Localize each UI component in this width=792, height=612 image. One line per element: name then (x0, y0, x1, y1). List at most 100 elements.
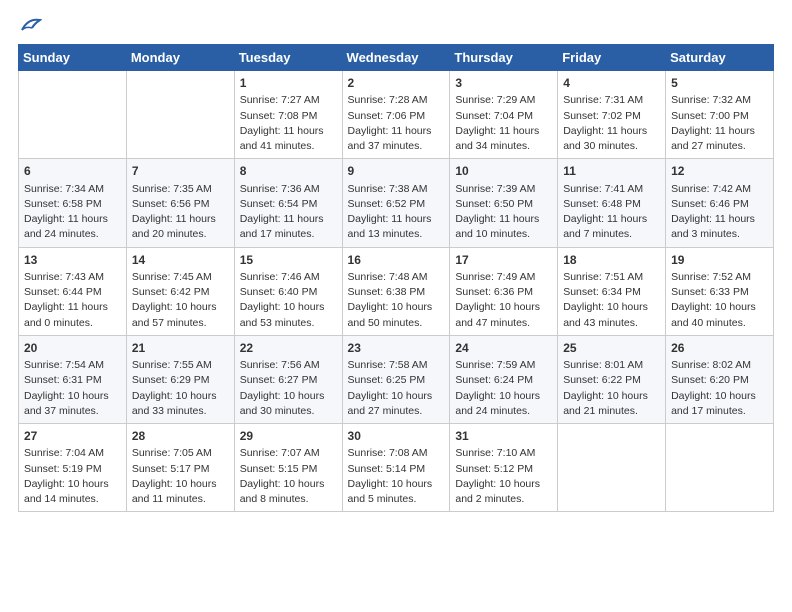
day-number: 15 (240, 252, 337, 269)
daylight-text: Daylight: 11 hours and 7 minutes. (563, 213, 647, 240)
sunrise-text: Sunrise: 8:01 AM (563, 359, 643, 371)
day-number: 31 (455, 428, 552, 445)
sunrise-text: Sunrise: 7:28 AM (348, 94, 428, 106)
sunset-text: Sunset: 6:50 PM (455, 198, 533, 210)
day-number: 6 (24, 163, 121, 180)
sunrise-text: Sunrise: 7:49 AM (455, 271, 535, 283)
daylight-text: Daylight: 10 hours and 8 minutes. (240, 478, 325, 505)
sunset-text: Sunset: 6:24 PM (455, 374, 533, 386)
sunset-text: Sunset: 6:20 PM (671, 374, 749, 386)
daylight-text: Daylight: 10 hours and 14 minutes. (24, 478, 109, 505)
calendar-cell: 24Sunrise: 7:59 AMSunset: 6:24 PMDayligh… (450, 335, 558, 423)
sunset-text: Sunset: 7:06 PM (348, 110, 426, 122)
sunset-text: Sunset: 7:00 PM (671, 110, 749, 122)
sunset-text: Sunset: 6:33 PM (671, 286, 749, 298)
day-number: 24 (455, 340, 552, 357)
sunrise-text: Sunrise: 7:56 AM (240, 359, 320, 371)
daylight-text: Daylight: 10 hours and 21 minutes. (563, 390, 648, 417)
day-number: 29 (240, 428, 337, 445)
calendar-cell (19, 71, 127, 159)
day-number: 25 (563, 340, 660, 357)
calendar-cell: 20Sunrise: 7:54 AMSunset: 6:31 PMDayligh… (19, 335, 127, 423)
calendar-cell: 21Sunrise: 7:55 AMSunset: 6:29 PMDayligh… (126, 335, 234, 423)
day-number: 21 (132, 340, 229, 357)
sunrise-text: Sunrise: 7:07 AM (240, 447, 320, 459)
logo (18, 18, 42, 36)
daylight-text: Daylight: 10 hours and 53 minutes. (240, 301, 325, 328)
sunset-text: Sunset: 6:38 PM (348, 286, 426, 298)
sunrise-text: Sunrise: 7:59 AM (455, 359, 535, 371)
calendar-cell: 26Sunrise: 8:02 AMSunset: 6:20 PMDayligh… (666, 335, 774, 423)
sunset-text: Sunset: 6:40 PM (240, 286, 318, 298)
daylight-text: Daylight: 11 hours and 17 minutes. (240, 213, 324, 240)
daylight-text: Daylight: 10 hours and 57 minutes. (132, 301, 217, 328)
day-number: 18 (563, 252, 660, 269)
weekday-header-monday: Monday (126, 45, 234, 71)
day-number: 27 (24, 428, 121, 445)
day-number: 14 (132, 252, 229, 269)
sunset-text: Sunset: 6:34 PM (563, 286, 641, 298)
daylight-text: Daylight: 11 hours and 0 minutes. (24, 301, 108, 328)
sunset-text: Sunset: 5:15 PM (240, 463, 318, 475)
sunset-text: Sunset: 7:04 PM (455, 110, 533, 122)
calendar-week-row: 13Sunrise: 7:43 AMSunset: 6:44 PMDayligh… (19, 247, 774, 335)
daylight-text: Daylight: 10 hours and 33 minutes. (132, 390, 217, 417)
sunrise-text: Sunrise: 7:39 AM (455, 183, 535, 195)
day-number: 19 (671, 252, 768, 269)
sunset-text: Sunset: 6:48 PM (563, 198, 641, 210)
calendar-cell: 7Sunrise: 7:35 AMSunset: 6:56 PMDaylight… (126, 159, 234, 247)
sunrise-text: Sunrise: 7:58 AM (348, 359, 428, 371)
weekday-header-tuesday: Tuesday (234, 45, 342, 71)
daylight-text: Daylight: 10 hours and 40 minutes. (671, 301, 756, 328)
sunset-text: Sunset: 6:54 PM (240, 198, 318, 210)
daylight-text: Daylight: 11 hours and 20 minutes. (132, 213, 216, 240)
sunset-text: Sunset: 6:22 PM (563, 374, 641, 386)
calendar-cell: 16Sunrise: 7:48 AMSunset: 6:38 PMDayligh… (342, 247, 450, 335)
calendar-cell (558, 424, 666, 512)
sunset-text: Sunset: 5:14 PM (348, 463, 426, 475)
day-number: 8 (240, 163, 337, 180)
calendar-cell: 13Sunrise: 7:43 AMSunset: 6:44 PMDayligh… (19, 247, 127, 335)
day-number: 1 (240, 75, 337, 92)
daylight-text: Daylight: 10 hours and 37 minutes. (24, 390, 109, 417)
sunset-text: Sunset: 6:52 PM (348, 198, 426, 210)
sunrise-text: Sunrise: 7:48 AM (348, 271, 428, 283)
day-number: 26 (671, 340, 768, 357)
sunset-text: Sunset: 6:46 PM (671, 198, 749, 210)
daylight-text: Daylight: 11 hours and 24 minutes. (24, 213, 108, 240)
calendar-cell: 6 Sunrise: 7:34 AM Sunset: 6:58 PM Daylight… (19, 159, 127, 247)
day-number: 17 (455, 252, 552, 269)
sunrise-text: Sunrise: 7:04 AM (24, 447, 104, 459)
daylight-text: Daylight: 10 hours and 43 minutes. (563, 301, 648, 328)
daylight-text: Daylight: 10 hours and 27 minutes. (348, 390, 433, 417)
sunset-text: Sunset: 6:58 PM (24, 198, 102, 210)
sunset-text: Sunset: 6:56 PM (132, 198, 210, 210)
daylight-text: Daylight: 11 hours and 13 minutes. (348, 213, 432, 240)
weekday-header-thursday: Thursday (450, 45, 558, 71)
sunset-text: Sunset: 7:02 PM (563, 110, 641, 122)
sunrise-text: Sunrise: 7:52 AM (671, 271, 751, 283)
sunrise-text: Sunrise: 7:35 AM (132, 183, 212, 195)
sunrise-text: Sunrise: 7:34 AM (24, 183, 104, 195)
daylight-text: Daylight: 10 hours and 47 minutes. (455, 301, 540, 328)
sunset-text: Sunset: 7:08 PM (240, 110, 318, 122)
calendar-table: SundayMondayTuesdayWednesdayThursdayFrid… (18, 44, 774, 512)
sunrise-text: Sunrise: 7:10 AM (455, 447, 535, 459)
sunrise-text: Sunrise: 8:02 AM (671, 359, 751, 371)
weekday-header-wednesday: Wednesday (342, 45, 450, 71)
header (18, 18, 774, 36)
day-number: 30 (348, 428, 445, 445)
calendar-cell: 27Sunrise: 7:04 AMSunset: 5:19 PMDayligh… (19, 424, 127, 512)
day-number: 3 (455, 75, 552, 92)
daylight-text: Daylight: 11 hours and 27 minutes. (671, 125, 755, 152)
sunrise-text: Sunrise: 7:08 AM (348, 447, 428, 459)
calendar-cell: 8Sunrise: 7:36 AMSunset: 6:54 PMDaylight… (234, 159, 342, 247)
calendar-cell: 18Sunrise: 7:51 AMSunset: 6:34 PMDayligh… (558, 247, 666, 335)
calendar-cell: 12Sunrise: 7:42 AMSunset: 6:46 PMDayligh… (666, 159, 774, 247)
sunset-text: Sunset: 6:36 PM (455, 286, 533, 298)
calendar-cell: 4Sunrise: 7:31 AMSunset: 7:02 PMDaylight… (558, 71, 666, 159)
sunset-text: Sunset: 6:27 PM (240, 374, 318, 386)
sunset-text: Sunset: 6:31 PM (24, 374, 102, 386)
day-number: 11 (563, 163, 660, 180)
daylight-text: Daylight: 11 hours and 34 minutes. (455, 125, 539, 152)
